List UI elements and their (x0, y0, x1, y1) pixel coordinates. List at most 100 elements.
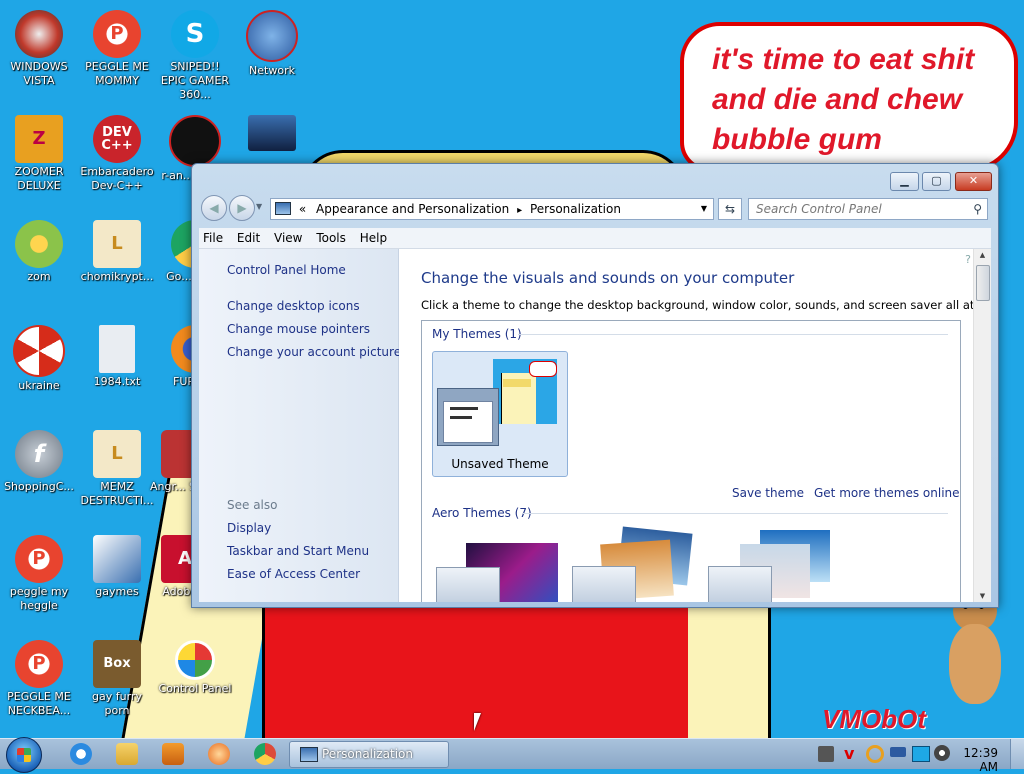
aero-themes-divider (522, 513, 948, 514)
ease-of-access-link[interactable]: Ease of Access Center (227, 567, 360, 581)
change-account-picture-link[interactable]: Change your account picture (227, 345, 401, 359)
desktop-icon-network[interactable]: Network (235, 10, 309, 78)
refresh-button[interactable]: ⇆ (718, 198, 742, 220)
icon-label: gay furry porn (92, 690, 142, 717)
minimize-button[interactable]: ▁ (890, 172, 919, 191)
icon-label: peggle my heggle (9, 585, 69, 612)
aero-theme-tile-2[interactable] (572, 526, 696, 602)
personalization-icon (300, 747, 318, 762)
address-overflow[interactable]: « (299, 202, 306, 216)
help-icon[interactable]: ? (965, 253, 971, 266)
desktop-icon-monitor[interactable] (235, 115, 309, 153)
file-explorer-icon[interactable] (116, 743, 138, 765)
aero-theme-tile-1[interactable] (436, 531, 560, 602)
desktop-icon-control-panel[interactable]: Control Panel (158, 640, 232, 696)
page-subheading: Click a theme to change the desktop back… (421, 298, 991, 312)
search-placeholder: Search Control Panel (756, 202, 882, 216)
speech-bubble: it's time to eat shit and die and chew b… (680, 22, 1018, 172)
desktop-icon-gay-furry-porn[interactable]: Box gay furry porn (80, 640, 154, 718)
address-dropdown-icon[interactable]: ▼ (701, 199, 707, 219)
unsaved-theme-tile[interactable]: Unsaved Theme (432, 351, 568, 477)
flash-icon: f (15, 430, 63, 478)
display-link[interactable]: Display (227, 521, 271, 535)
breadcrumb-personalization[interactable]: Personalization (530, 202, 621, 216)
search-icon: ⚲ (973, 202, 982, 216)
save-theme-link[interactable]: Save theme (732, 486, 804, 500)
desktop-icon-chomikrypt[interactable]: Lchomikrypt... (80, 220, 154, 284)
peggle-icon: P (93, 10, 141, 58)
address-bar[interactable]: « Appearance and Personalization ▸ Perso… (270, 198, 714, 220)
desktop-icon-peggle-my-heggle[interactable]: Ppeggle my heggle (2, 535, 76, 613)
icon-label: MEMZ DESTRUCTI... (80, 480, 154, 507)
my-themes-heading[interactable]: My Themes (1) (432, 327, 522, 341)
change-desktop-icons-link[interactable]: Change desktop icons (227, 299, 360, 313)
scroll-up-arrow[interactable]: ▲ (974, 251, 991, 259)
wallpaper-body-right (688, 600, 771, 738)
text-file-icon (99, 325, 135, 373)
clock[interactable]: 12:39 AM (946, 746, 998, 774)
internet-explorer-icon[interactable] (70, 743, 92, 765)
desktop-icon-peggle-me-neckbea[interactable]: P PEGGLE ME NECKBEA... (2, 640, 76, 718)
menu-file[interactable]: File (203, 231, 223, 245)
desktop-icon-gaymes[interactable]: gaymes (80, 535, 154, 599)
recent-pages-dropdown[interactable]: ▼ (256, 202, 262, 211)
taskbar-start-menu-link[interactable]: Taskbar and Start Menu (227, 544, 369, 558)
themes-list[interactable]: My Themes (1) Unsaved Theme Save theme G… (421, 320, 961, 602)
back-button[interactable]: ◀ (201, 195, 227, 221)
desktop-icon-windows-vista[interactable]: WINDOWS VISTA (2, 10, 76, 88)
page-heading: Change the visuals and sounds on your co… (421, 269, 795, 287)
desktop-icon-zom[interactable]: zom (2, 220, 76, 284)
control-panel-home-link[interactable]: Control Panel Home (227, 263, 346, 277)
desktop-icon-ukraine[interactable]: ukraine (2, 325, 76, 393)
my-themes-divider (518, 334, 948, 335)
forward-button[interactable]: ▶ (229, 195, 255, 221)
menu-help[interactable]: Help (360, 231, 387, 245)
desktop-icon-memz[interactable]: L MEMZ DESTRUCTI... (80, 430, 154, 508)
menu-edit[interactable]: Edit (237, 231, 260, 245)
desktop-icon-zoomer-deluxe[interactable]: Z ZOOMER DELUXE (2, 115, 76, 193)
app-orange-icon[interactable] (208, 743, 230, 765)
scroll-thumb[interactable] (976, 265, 990, 301)
show-desktop-button[interactable] (1010, 739, 1024, 769)
tray-search-icon[interactable] (866, 745, 884, 763)
chrome-icon[interactable] (254, 743, 276, 765)
media-player-icon[interactable] (162, 743, 184, 765)
devcpp-icon: DEV C++ (93, 115, 141, 163)
aero-themes-heading[interactable]: Aero Themes (7) (432, 506, 532, 520)
desktop-icon-1984-txt[interactable]: 1984.txt (80, 325, 154, 389)
menu-tools[interactable]: Tools (316, 231, 346, 245)
tray-antivirus-icon[interactable] (818, 746, 834, 762)
peggle-icon: P (15, 640, 63, 688)
maximize-button[interactable]: ▢ (922, 172, 951, 191)
task-pane: Control Panel Home Change desktop icons … (199, 249, 401, 602)
peggle-icon: P (15, 535, 63, 583)
desktop-icon-sniped[interactable]: S SNIPED!! EPIC GAMER 360... (158, 10, 232, 102)
theme-preview-wallpaper (493, 359, 557, 424)
search-input[interactable]: Search Control Panel ⚲ (748, 198, 988, 220)
skype-icon: S (171, 10, 219, 58)
see-also-heading: See also (227, 498, 278, 512)
change-mouse-pointers-link[interactable]: Change mouse pointers (227, 322, 370, 336)
mouse-cursor-icon (474, 713, 481, 731)
breadcrumb-separator[interactable]: ▸ (517, 205, 522, 216)
icon-label: ZOOMER DELUXE (14, 165, 64, 192)
breadcrumb-appearance[interactable]: Appearance and Personalization (316, 202, 509, 216)
close-button[interactable]: ✕ (955, 172, 992, 191)
scroll-down-arrow[interactable]: ▼ (974, 592, 991, 600)
main-content: ? Change the visuals and sounds on your … (399, 249, 991, 602)
tray-key-icon[interactable] (890, 747, 906, 757)
personalization-window: ▁ ▢ ✕ ◀ ▶ ▼ « Appearance and Personaliza… (191, 163, 999, 608)
control-panel-icon (275, 202, 291, 215)
vertical-scrollbar[interactable]: ▲ ▼ (973, 249, 991, 602)
desktop-icon-devcpp[interactable]: DEV C++ Embarcadero Dev-C++ (80, 115, 154, 193)
tray-v-icon[interactable]: v (844, 744, 854, 763)
menu-view[interactable]: View (274, 231, 302, 245)
taskbar-button-personalization[interactable]: Personalization (289, 741, 449, 768)
tray-monitor-icon[interactable] (912, 746, 930, 762)
icon-label: WINDOWS VISTA (10, 60, 68, 87)
aero-theme-tile-3[interactable] (708, 526, 832, 602)
desktop-icon-shoppingc[interactable]: f ShoppingC... (2, 430, 76, 494)
get-more-themes-link[interactable]: Get more themes online (814, 486, 960, 500)
desktop-icon-peggle-me-mommy[interactable]: P PEGGLE ME MOMMY (80, 10, 154, 88)
clock-file-icon: L (93, 430, 141, 478)
